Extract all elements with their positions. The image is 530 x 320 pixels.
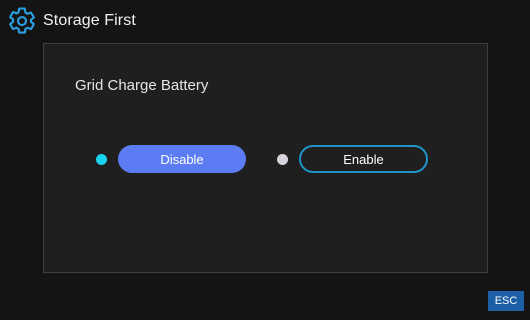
gear-icon (9, 7, 35, 34)
disable-indicator-dot (96, 153, 107, 165)
panel-title: Grid Charge Battery (75, 77, 209, 94)
disable-option[interactable]: Disable (96, 145, 246, 173)
disable-button[interactable]: Disable (118, 145, 246, 173)
enable-button[interactable]: Enable (299, 145, 428, 173)
header: Storage First (7, 5, 136, 37)
esc-button[interactable]: ESC (488, 291, 524, 311)
grid-charge-panel: Grid Charge Battery Disable Enable (43, 43, 488, 273)
storage-first-screen: Storage First Grid Charge Battery Disabl… (0, 0, 530, 320)
enable-option[interactable]: Enable (277, 145, 428, 173)
page-title: Storage First (43, 12, 136, 29)
enable-indicator-dot (277, 153, 288, 165)
